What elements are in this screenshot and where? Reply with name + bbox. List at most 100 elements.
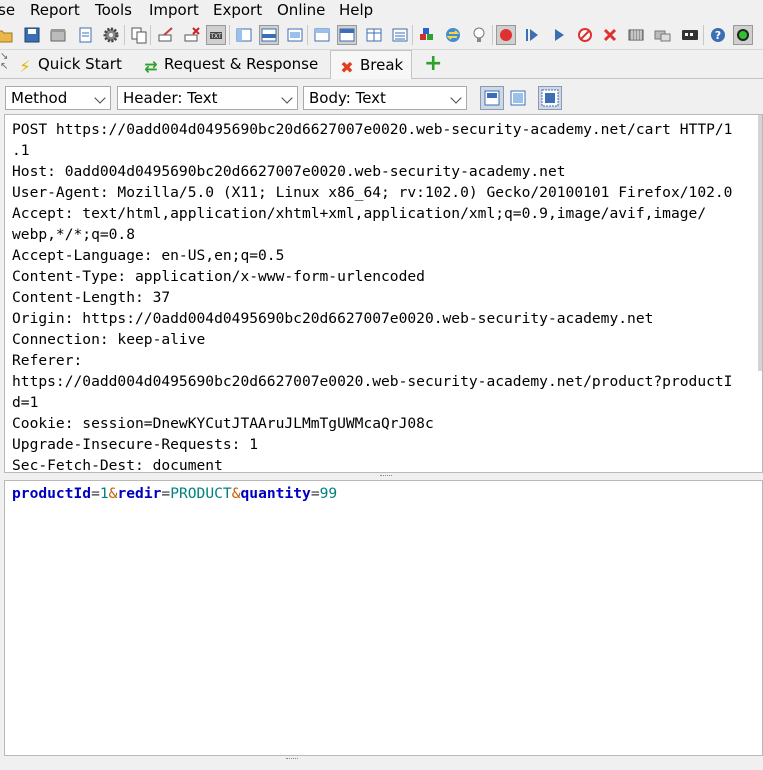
param-equals: = — [91, 485, 100, 502]
menu-item-tools[interactable]: Tools — [95, 0, 132, 20]
swap-icon[interactable] — [443, 25, 463, 45]
chevron-down-icon — [281, 92, 293, 104]
text-icon[interactable]: TXT — [206, 25, 226, 45]
fit-view-icon — [541, 89, 559, 107]
header-line: Sec-Fetch-Dest: document — [12, 457, 223, 473]
header-line: https://0add004d0495690bc20d6627007e0020… — [12, 373, 733, 390]
param-value: PRODUCT — [170, 485, 232, 502]
header-line: Cookie: session=DnewKYCutJTAAruJLMmTgUWM… — [12, 415, 434, 432]
header-line: POST https://0add004d0495690bc20d6627007… — [12, 121, 733, 138]
chevron-down-icon — [450, 92, 462, 104]
pane-splitter[interactable] — [0, 473, 763, 479]
param-value: 1 — [99, 485, 109, 502]
record-icon[interactable] — [496, 25, 516, 45]
menu-bar: se Report Tools Import Export Online Hel… — [0, 0, 763, 20]
menu-item-report[interactable]: Report — [30, 0, 80, 20]
resume-all-icon[interactable] — [522, 25, 542, 45]
param-equals: = — [310, 485, 320, 502]
resume-icon[interactable] — [549, 25, 569, 45]
tab-bar-edge-icon: ↘ ↖ — [0, 51, 9, 72]
body-line: productId=1&redir=PRODUCT&quantity=99 — [12, 483, 337, 504]
archive-icon[interactable] — [48, 25, 68, 45]
view-single-button[interactable] — [506, 86, 530, 110]
tab-request-response-label: Request & Response — [164, 55, 319, 73]
tab-quick-start-label: Quick Start — [38, 55, 122, 73]
body-mode-value: Body: Text — [309, 89, 386, 107]
tab-break[interactable]: ✖ Break — [330, 50, 412, 79]
layout-2-icon[interactable] — [259, 25, 279, 45]
stop-icon[interactable] — [575, 25, 595, 45]
method-select[interactable]: Method — [5, 86, 111, 110]
param-value: 99 — [319, 485, 338, 502]
header-line: webp,*/*;q=0.8 — [12, 226, 136, 243]
header-mode-value: Header: Text — [123, 89, 218, 107]
menu-item-online[interactable]: Online — [277, 0, 325, 20]
plus-icon[interactable]: + — [424, 50, 442, 78]
view-fit-button[interactable] — [538, 86, 562, 110]
lightning-icon: ⚡ — [19, 57, 31, 76]
header-line: .1 — [12, 142, 30, 159]
header-line: Upgrade-Insecure-Requests: 1 — [12, 436, 259, 453]
menu-item-help[interactable]: Help — [339, 0, 373, 20]
header-line: User-Agent: Mozilla/5.0 (X11; Linux x86_… — [12, 184, 733, 201]
layout-4-icon[interactable] — [312, 25, 332, 45]
menu-item-export[interactable]: Export — [213, 0, 262, 20]
header-line: Host: 0add004d0495690bc20d6627007e0020.w… — [12, 163, 566, 180]
grip-icon — [380, 475, 392, 478]
layout-7-icon[interactable] — [390, 25, 410, 45]
grip-icon — [286, 758, 298, 761]
tab-quick-start[interactable]: ⚡ Quick Start — [16, 50, 122, 78]
single-view-icon — [510, 90, 526, 106]
split-view-icon — [484, 90, 500, 106]
view-split-button[interactable] — [480, 86, 504, 110]
param-equals: = — [161, 485, 171, 502]
param-separator: & — [231, 485, 241, 502]
param-key: redir — [117, 485, 162, 502]
terminal-icon[interactable] — [680, 25, 700, 45]
keyboard-icon[interactable] — [652, 25, 672, 45]
tab-request-response[interactable]: ⇄ Request & Response — [142, 50, 318, 78]
header-line: Accept-Language: en-US,en;q=0.5 — [12, 247, 285, 264]
delete-icon[interactable] — [182, 25, 202, 45]
help-icon[interactable]: ? — [708, 25, 728, 45]
header-line: Content-Type: application/x-www-form-url… — [12, 268, 425, 285]
cancel-icon[interactable] — [600, 25, 620, 45]
grid-icon[interactable] — [626, 25, 646, 45]
header-mode-select[interactable]: Header: Text — [117, 86, 298, 110]
open-icon[interactable] — [0, 25, 14, 45]
tab-break-label: Break — [360, 56, 404, 74]
layout-5-icon[interactable] — [337, 25, 357, 45]
header-line: d=1 — [12, 394, 39, 411]
svg-text:TXT: TXT — [209, 33, 222, 40]
document-icon[interactable] — [75, 25, 95, 45]
header-line: Accept: text/html,application/xhtml+xml,… — [12, 205, 707, 222]
menu-item-import[interactable]: Import — [149, 0, 199, 20]
method-select-value: Method — [11, 89, 68, 107]
toolbar: TXT ? — [0, 21, 763, 50]
lightbulb-icon[interactable] — [469, 25, 489, 45]
header-line: Content-Length: 37 — [12, 289, 171, 306]
param-key: quantity — [240, 485, 311, 502]
tab-bar: ↘ ↖ ⚡ Quick Start ⇄ Request & Response ✖ Bre… — [0, 50, 763, 79]
layout-3-icon[interactable] — [285, 25, 305, 45]
chevron-down-icon — [94, 92, 106, 104]
close-icon: ✖ — [340, 58, 354, 77]
inspector-controls: Method Header: Text Body: Text — [0, 84, 763, 112]
body-mode-select[interactable]: Body: Text — [303, 86, 467, 110]
bottom-panel-edge — [0, 758, 763, 770]
copy-icon[interactable] — [129, 25, 149, 45]
vertical-scrollbar[interactable] — [758, 115, 762, 371]
menu-item-browse[interactable]: se — [0, 0, 15, 20]
request-headers-editor[interactable]: POST https://0add004d0495690bc20d6627007… — [4, 114, 763, 473]
save-icon[interactable] — [22, 25, 42, 45]
svg-text:?: ? — [715, 29, 721, 42]
request-body-editor[interactable]: productId=1&redir=PRODUCT&quantity=99 — [4, 480, 763, 756]
edit-icon[interactable] — [156, 25, 176, 45]
header-line: Connection: keep-alive — [12, 331, 206, 348]
layout-6-icon[interactable] — [364, 25, 384, 45]
settings-icon[interactable] — [101, 25, 121, 45]
status-icon[interactable] — [733, 25, 753, 45]
cube-icon[interactable] — [417, 25, 437, 45]
layout-1-icon[interactable] — [234, 25, 254, 45]
param-key: productId — [12, 485, 92, 502]
